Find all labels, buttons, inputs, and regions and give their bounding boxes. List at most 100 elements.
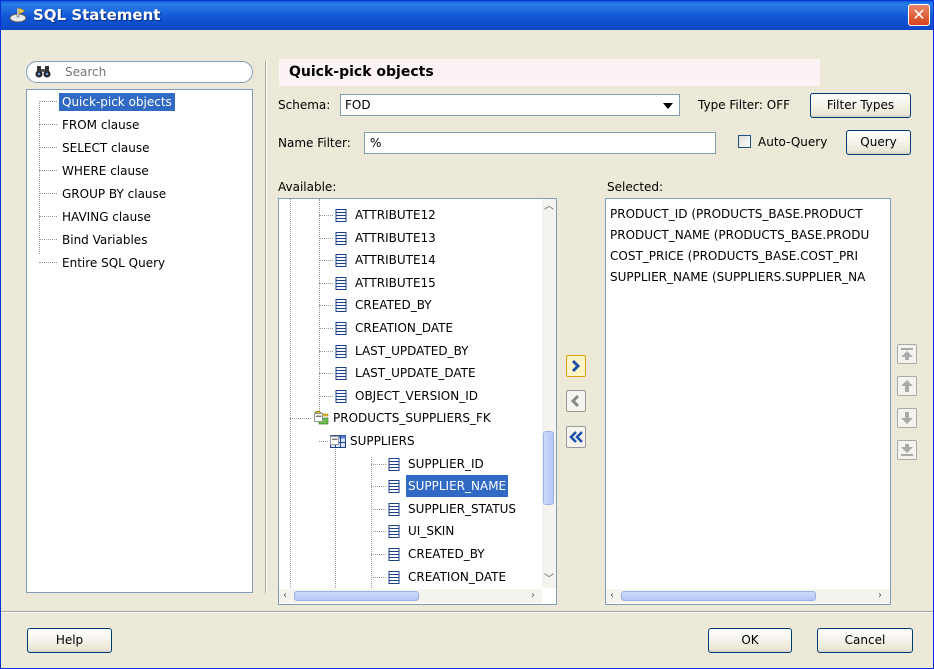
tree-connector (39, 147, 57, 148)
binoculars-icon (35, 66, 51, 78)
list-item[interactable]: PRODUCT_NAME (PRODUCTS_BASE.PRODU (610, 225, 869, 246)
schema-label: Schema: (278, 98, 331, 112)
nav-item-from-clause[interactable]: FROM clause (59, 116, 142, 134)
footer-divider (1, 611, 933, 613)
tree-connector (319, 328, 333, 329)
tree-connector (335, 435, 336, 588)
selected-horizontal-scrollbar[interactable]: ‹ › (606, 589, 890, 603)
tree-connector (39, 239, 57, 240)
tree-connector (319, 215, 333, 216)
tree-connector (371, 463, 386, 465)
column-icon (388, 457, 400, 471)
remove-selected-button[interactable] (566, 390, 586, 412)
tree-item-label: ATTRIBUTE13 (355, 230, 436, 245)
nav-item-entire-sql-query[interactable]: Entire SQL Query (59, 254, 168, 272)
tree-item-label: ATTRIBUTE12 (355, 208, 436, 222)
move-bottom-icon (901, 444, 913, 456)
column-icon (388, 502, 400, 516)
tree-item-label: PRODUCTS_SUPPLIERS_FK (333, 411, 491, 426)
sql-statement-dialog: SQL Statement ✕ Quick-pick objects FROM … (0, 0, 934, 669)
tree-connector (371, 457, 372, 588)
column-icon (388, 548, 400, 561)
tree-item-label: CREATION_DATE (408, 569, 507, 584)
title-bar[interactable]: SQL Statement ✕ (1, 1, 933, 30)
move-to-bottom-button[interactable] (897, 440, 917, 460)
tree-connector (39, 124, 57, 125)
scroll-left-icon[interactable]: ‹ (283, 590, 287, 602)
schema-select[interactable]: FOD (340, 94, 680, 116)
collapse-toggle-icon[interactable]: − (314, 413, 323, 423)
column-icon (335, 322, 347, 335)
column-icon (388, 570, 400, 584)
available-horizontal-scrollbar[interactable]: ‹ › (279, 589, 542, 603)
page-title: Quick-pick objects (279, 59, 820, 86)
available-tree[interactable]: ATTRIBUTE12 ATTRIBUTE13 ATTRIBUTE14 ATTRIBU… (278, 198, 557, 605)
scroll-down-icon[interactable]: ﹀ (544, 574, 554, 586)
help-button[interactable]: Help (27, 628, 112, 653)
tree-connector (39, 216, 57, 217)
tree-connector (319, 282, 333, 284)
selected-list[interactable]: PRODUCT_ID (PRODUCTS_BASE.PRODUCT PRODUC… (605, 198, 891, 605)
name-filter-input[interactable]: % (364, 132, 716, 154)
tree-item-label: UI_SKIN (408, 524, 455, 539)
tree-connector (319, 305, 333, 307)
tree-connector (290, 418, 311, 420)
cancel-button[interactable]: Cancel (817, 628, 913, 653)
name-filter-label: Name Filter: (278, 136, 351, 150)
nav-item-select-clause[interactable]: SELECT clause (59, 139, 153, 157)
close-button[interactable]: ✕ (908, 4, 930, 26)
column-icon (335, 254, 347, 268)
tree-connector (39, 193, 57, 194)
list-item[interactable]: COST_PRICE (PRODUCTS_BASE.COST_PRI (610, 246, 858, 267)
move-down-button[interactable] (897, 408, 917, 428)
nav-item-bind-variables[interactable]: Bind Variables (59, 231, 150, 249)
column-icon (335, 389, 347, 403)
move-to-top-button[interactable] (897, 344, 917, 364)
tree-item-label: CREATED_BY (355, 298, 432, 313)
move-left-icon (570, 394, 580, 408)
tree-item-label: OBJECT_VERSION_ID (355, 388, 478, 403)
ok-button[interactable]: OK (708, 628, 792, 653)
list-item[interactable]: PRODUCT_ID (PRODUCTS_BASE.PRODUCT (610, 204, 863, 225)
tree-connector (371, 576, 386, 578)
scroll-up-icon[interactable]: ︿ (544, 201, 554, 213)
selected-label: Selected: (607, 180, 664, 194)
move-up-button[interactable] (897, 376, 917, 396)
nav-item-where-clause[interactable]: WHERE clause (59, 162, 152, 180)
query-button[interactable]: Query (846, 130, 911, 155)
scroll-right-icon[interactable]: › (878, 590, 882, 602)
available-label: Available: (278, 180, 337, 194)
search-input[interactable] (65, 64, 245, 80)
window-title: SQL Statement (33, 6, 161, 24)
move-top-icon (901, 348, 913, 360)
search-box[interactable] (26, 61, 253, 83)
scroll-thumb[interactable] (294, 591, 419, 601)
tree-connector (371, 508, 386, 510)
tree-connector (371, 554, 386, 555)
available-vertical-scrollbar[interactable]: ︿ ﹀ (542, 199, 556, 588)
list-item[interactable]: SUPPLIER_NAME (SUPPLIERS.SUPPLIER_NA (610, 267, 865, 288)
filter-types-button[interactable]: Filter Types (810, 93, 911, 118)
nav-item-having-clause[interactable]: HAVING clause (59, 208, 154, 226)
nav-item-quick-pick-objects[interactable]: Quick-pick objects (59, 93, 175, 111)
tree-item-label: SUPPLIER_NAME (406, 475, 509, 498)
auto-query-label: Auto-Query (758, 135, 828, 149)
column-icon (335, 231, 347, 245)
scroll-left-icon[interactable]: ‹ (610, 590, 614, 602)
auto-query-checkbox[interactable] (738, 135, 751, 148)
column-icon (388, 525, 400, 539)
scroll-thumb[interactable] (543, 431, 554, 505)
move-all-left-icon (569, 431, 583, 443)
collapse-toggle-icon[interactable]: − (330, 436, 339, 445)
scroll-thumb[interactable] (621, 591, 816, 601)
navigation-tree: Quick-pick objects FROM clause SELECT cl… (26, 89, 253, 593)
sql-statement-icon (9, 7, 27, 23)
move-right-icon (571, 359, 581, 373)
tree-item-label: LAST_UPDATED_BY (355, 343, 469, 358)
scroll-right-icon[interactable]: › (531, 590, 535, 602)
nav-item-group-by-clause[interactable]: GROUP BY clause (59, 185, 169, 203)
add-selected-button[interactable] (566, 355, 586, 377)
tree-connector (319, 260, 333, 262)
remove-all-button[interactable] (566, 426, 586, 448)
tree-connector (319, 395, 333, 397)
